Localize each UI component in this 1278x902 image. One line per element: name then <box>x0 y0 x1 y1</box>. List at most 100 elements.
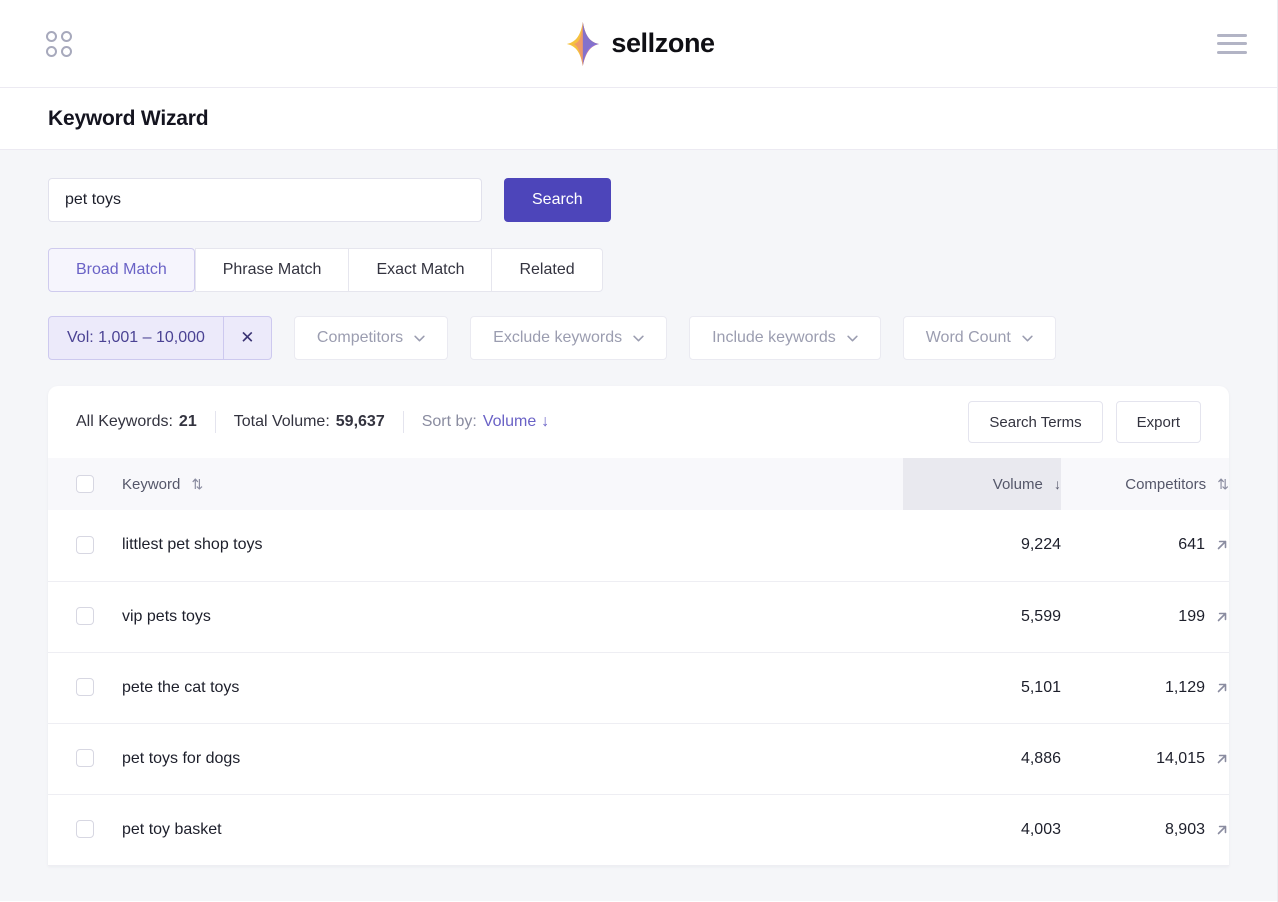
sort-by-direction-icon[interactable]: ↓ <box>541 413 549 431</box>
row-select-cell <box>48 794 122 865</box>
grid-dot <box>61 45 72 57</box>
cell-keyword: vip pets toys <box>122 607 211 625</box>
total-volume-value: 59,637 <box>335 413 385 430</box>
table-row[interactable]: pet toy basket 4,003 8,903 <box>48 794 1229 865</box>
chevron-down-icon <box>414 335 425 341</box>
cell-competitors: 8,903 <box>1061 794 1229 865</box>
sort-by-value[interactable]: Volume <box>483 413 536 431</box>
grid-dot <box>46 45 57 57</box>
divider <box>402 411 404 433</box>
results-summary: All Keywords: 21 Total Volume: 59,637 So… <box>76 411 549 433</box>
filter-dropdown-competitors[interactable]: Competitors <box>293 316 449 360</box>
tab-related[interactable]: Related <box>491 248 603 292</box>
total-volume-label: Total Volume: <box>233 413 330 430</box>
external-link-arrow-icon[interactable] <box>1215 823 1229 837</box>
column-header-keyword-label: Keyword <box>122 475 181 493</box>
row-checkbox[interactable] <box>76 536 94 555</box>
sort-by-label: Sort by: <box>421 413 477 430</box>
external-link-arrow-icon[interactable] <box>1215 538 1229 552</box>
row-checkbox[interactable] <box>76 820 94 839</box>
export-button[interactable]: Export <box>1115 401 1201 443</box>
table-body: littlest pet shop toys 9,224 641 vip pet… <box>48 510 1229 865</box>
row-checkbox[interactable] <box>76 678 94 697</box>
cell-competitors: 199 <box>1061 581 1229 652</box>
filter-dropdown-include-keywords[interactable]: Include keywords <box>689 316 881 360</box>
keyword-search-input[interactable] <box>48 178 482 222</box>
cell-volume: 4,003 <box>1020 820 1061 838</box>
filter-dropdown-word-count[interactable]: Word Count <box>902 316 1056 360</box>
row-select-cell <box>48 581 122 652</box>
keywords-table: Keyword ⇅ Volume ↓ Competitors ⇅ littles… <box>48 458 1229 866</box>
column-header-volume[interactable]: Volume ↓ <box>903 458 1061 510</box>
cell-keyword: pet toy basket <box>122 820 222 838</box>
table-header: Keyword ⇅ Volume ↓ Competitors ⇅ <box>48 458 1229 510</box>
results-toolbar: All Keywords: 21 Total Volume: 59,637 So… <box>48 386 1229 458</box>
filter-chip-volume[interactable]: Vol: 1,001 – 10,000 ✕ <box>48 316 272 360</box>
table-row[interactable]: pet toys for dogs 4,886 14,015 <box>48 723 1229 794</box>
column-header-competitors[interactable]: Competitors ⇅ <box>1061 458 1229 510</box>
select-all-checkbox[interactable] <box>76 475 94 494</box>
cell-competitors: 14,015 <box>1061 723 1229 794</box>
filter-dropdown-exclude-keywords-label: Exclude keywords <box>493 329 623 346</box>
search-button[interactable]: Search <box>504 178 611 222</box>
filter-dropdown-include-keywords-label: Include keywords <box>712 329 836 346</box>
tab-phrase-match[interactable]: Phrase Match <box>194 248 349 292</box>
sort-toggle-icon[interactable]: ⇅ <box>192 476 204 492</box>
external-link-arrow-icon[interactable] <box>1215 752 1229 766</box>
sellzone-diamond-logo-icon <box>566 21 599 66</box>
tab-broad-match[interactable]: Broad Match <box>48 248 195 292</box>
all-keywords-value: 21 <box>178 413 197 430</box>
external-link-arrow-icon[interactable] <box>1215 610 1229 624</box>
brand-logo[interactable]: sellzone <box>562 21 715 67</box>
table-row[interactable]: littlest pet shop toys 9,224 641 <box>48 510 1229 581</box>
filter-row: Vol: 1,001 – 10,000 ✕ Competitors Exclud… <box>28 316 1249 360</box>
cell-competitors-value: 14,015 <box>1156 749 1205 767</box>
cell-competitors: 1,129 <box>1061 652 1229 723</box>
sort-toggle-icon[interactable]: ⇅ <box>1217 476 1229 492</box>
menu-line <box>1217 33 1247 37</box>
page-title: Keyword Wizard <box>48 106 209 130</box>
grid-dot <box>46 30 57 42</box>
table-row[interactable]: vip pets toys 5,599 199 <box>48 581 1229 652</box>
cell-competitors: 641 <box>1061 510 1229 581</box>
search-row: Search <box>28 178 1249 222</box>
row-select-cell <box>48 652 122 723</box>
column-header-competitors-label: Competitors <box>1125 475 1207 493</box>
grid-apps-icon[interactable] <box>46 30 72 57</box>
chevron-down-icon <box>1022 335 1033 341</box>
cell-keyword: pete the cat toys <box>122 678 240 696</box>
cell-keyword: pet toys for dogs <box>122 749 241 767</box>
search-terms-button[interactable]: Search Terms <box>968 401 1103 443</box>
results-card: All Keywords: 21 Total Volume: 59,637 So… <box>48 386 1229 866</box>
cell-volume: 9,224 <box>1020 536 1061 554</box>
column-header-volume-label: Volume <box>992 475 1043 493</box>
filter-dropdown-exclude-keywords[interactable]: Exclude keywords <box>470 316 668 360</box>
cell-competitors-value: 199 <box>1178 607 1205 625</box>
menu-line <box>1217 50 1247 54</box>
top-navigation-bar: sellzone <box>0 0 1277 88</box>
cell-volume: 5,101 <box>1020 678 1061 696</box>
divider <box>214 411 216 433</box>
row-select-cell <box>48 723 122 794</box>
external-link-arrow-icon[interactable] <box>1215 681 1229 695</box>
match-type-tabs: Broad Match Phrase Match Exact Match Rel… <box>28 248 1249 292</box>
row-checkbox[interactable] <box>76 607 94 626</box>
column-header-keyword[interactable]: Keyword ⇅ <box>122 458 903 510</box>
table-row[interactable]: pete the cat toys 5,101 1,129 <box>48 652 1229 723</box>
app-window: sellzone Keyword Wizard Search Broad Mat… <box>0 0 1278 902</box>
cell-competitors-value: 641 <box>1178 536 1205 554</box>
cell-volume: 4,886 <box>1020 749 1061 767</box>
hamburger-menu-icon[interactable] <box>1217 33 1247 54</box>
row-checkbox[interactable] <box>76 749 94 768</box>
cell-keyword: littlest pet shop toys <box>122 536 263 554</box>
table-header-row: Keyword ⇅ Volume ↓ Competitors ⇅ <box>48 458 1229 510</box>
chevron-down-icon <box>847 335 858 341</box>
tab-exact-match[interactable]: Exact Match <box>348 248 492 292</box>
sort-desc-icon[interactable]: ↓ <box>1054 476 1061 492</box>
main-content: Search Broad Match Phrase Match Exact Ma… <box>0 150 1277 901</box>
filter-dropdown-word-count-label: Word Count <box>925 329 1011 346</box>
close-x-icon[interactable]: ✕ <box>222 317 271 359</box>
select-all-header <box>48 458 122 510</box>
filter-chip-volume-label: Vol: 1,001 – 10,000 <box>67 329 205 346</box>
grid-dot <box>61 30 72 42</box>
